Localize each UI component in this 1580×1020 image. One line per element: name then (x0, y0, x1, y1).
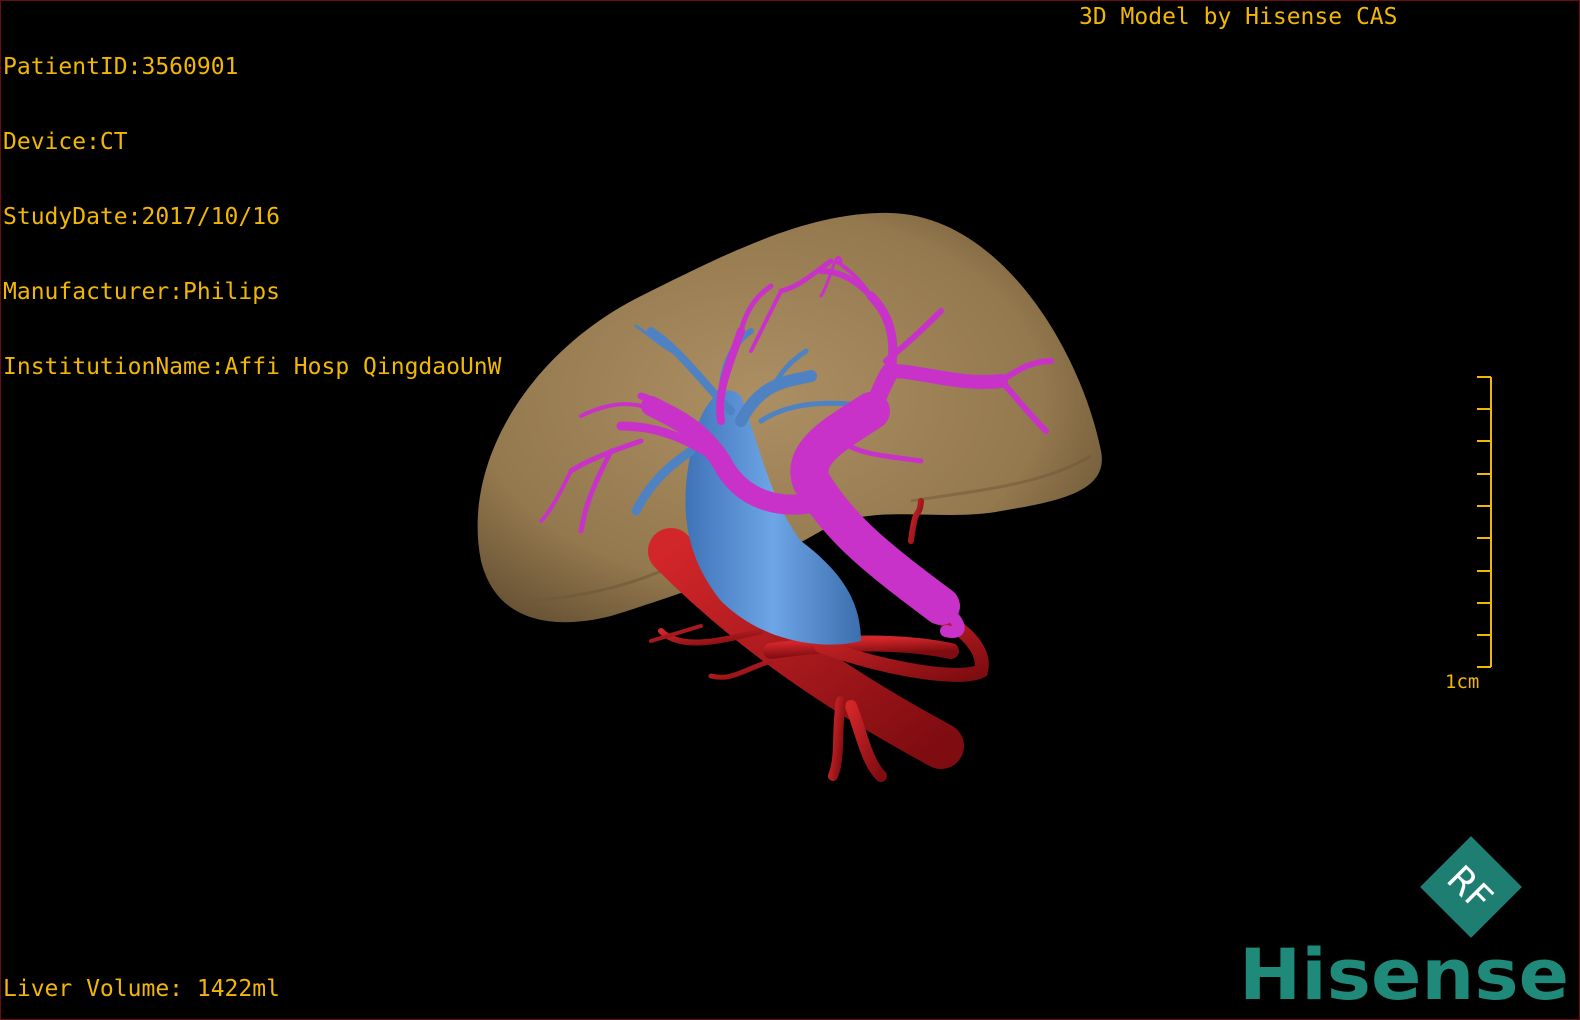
device-text: Device:CT (3, 129, 128, 155)
scale-ruler (1477, 376, 1492, 668)
scale-label: 1cm (1445, 671, 1480, 693)
vendor-label: 3D Model by Hisense CAS (1079, 4, 1398, 30)
institution-text: InstitutionName:Affi Hosp QingdaoUnW (3, 354, 502, 380)
study-date-text: StudyDate:2017/10/16 (3, 204, 280, 230)
3d-viewport[interactable]: PatientID:3560901 Device:CT StudyDate:20… (0, 0, 1580, 1020)
manufacturer-text: Manufacturer:Philips (3, 279, 280, 305)
logo-wordmark-text: Hisense (1239, 934, 1569, 1011)
patient-info-overlay: PatientID:3560901 Device:CT StudyDate:20… (3, 5, 502, 430)
liver-volume-text: Liver Volume: 1422ml (3, 976, 280, 1002)
liver-3d-model[interactable] (441, 201, 1141, 801)
patient-id-text: PatientID:3560901 (3, 54, 239, 80)
hisense-logo: Hisense (1239, 934, 1569, 1011)
rf-logo-icon: RF (1420, 836, 1522, 938)
